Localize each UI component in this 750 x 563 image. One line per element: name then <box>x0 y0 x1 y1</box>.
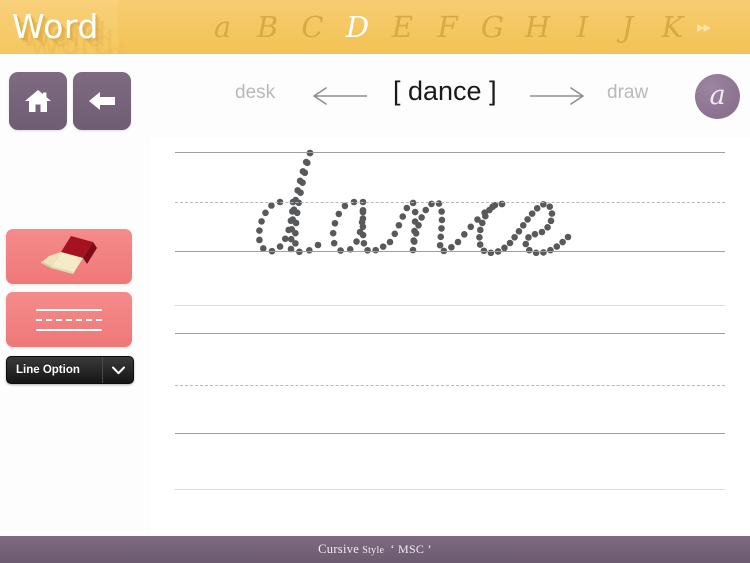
alphabet-letter-j[interactable]: J <box>605 12 650 42</box>
previous-word-link[interactable]: desk <box>235 82 275 104</box>
rule-line <box>175 433 725 434</box>
alphabet-letter-c[interactable]: C <box>290 12 335 42</box>
tool-sidebar: Line Option <box>0 54 150 536</box>
alphabet-letter-k[interactable]: K <box>650 12 695 42</box>
guide-lines-button[interactable] <box>6 292 132 347</box>
alphabet-letter-h[interactable]: H <box>515 12 560 42</box>
eraser-icon <box>27 232 111 281</box>
home-icon <box>24 88 52 114</box>
word-tracing-app: Word a B C D E F G H I J K ▸▸ Line Optio… <box>0 0 750 563</box>
rule-line <box>175 385 725 386</box>
footer-brand: Cursive Style ‘ MSC ’ <box>318 542 432 557</box>
letter-mode-glyph: a <box>709 80 726 111</box>
next-word-link[interactable]: draw <box>607 82 648 104</box>
app-header: Word a B C D E F G H I J K ▸▸ <box>0 0 750 54</box>
writing-sheet[interactable] <box>150 138 750 536</box>
current-word-display: [ dance ] <box>393 76 497 106</box>
letter-mode-button[interactable]: a <box>695 74 740 119</box>
arrow-left-icon <box>87 89 117 113</box>
eraser-button[interactable] <box>6 229 132 284</box>
home-button[interactable] <box>9 72 67 130</box>
alphabet-next-icon[interactable]: ▸▸ <box>697 18 711 36</box>
app-title: Word <box>12 7 99 46</box>
alphabet-letter-a[interactable]: a <box>200 12 245 42</box>
guide-lines-icon <box>36 302 102 338</box>
rule-line <box>175 251 725 252</box>
alphabet-selector[interactable]: a B C D E F G H I J K ▸▸ <box>200 0 750 54</box>
back-button[interactable] <box>73 72 131 130</box>
alphabet-letter-d[interactable]: D <box>335 12 380 42</box>
rule-line <box>175 202 725 203</box>
rule-line <box>175 489 725 490</box>
line-option-label: Line Option <box>16 364 80 376</box>
rule-line <box>175 333 725 334</box>
footer-brand-main: Cursive <box>318 542 360 556</box>
rule-line <box>175 305 725 306</box>
footer-brand-quoted: ‘ MSC ’ <box>390 542 432 556</box>
line-option-dropdown[interactable]: Line Option <box>6 356 134 384</box>
word-mode-tab[interactable]: Word <box>0 0 118 54</box>
footer-brand-sub: Style <box>362 545 385 556</box>
alphabet-letter-f[interactable]: F <box>425 12 470 42</box>
app-footer: Cursive Style ‘ MSC ’ <box>0 536 750 563</box>
chevron-down-icon[interactable] <box>103 366 133 375</box>
next-word-arrow[interactable] <box>529 86 585 111</box>
alphabet-letter-b[interactable]: B <box>245 12 290 42</box>
word-navigation-bar: desk [ dance ] draw a <box>150 54 750 138</box>
alphabet-letter-i[interactable]: I <box>560 12 605 42</box>
alphabet-letter-e[interactable]: E <box>380 12 425 42</box>
alphabet-letter-g[interactable]: G <box>470 12 515 42</box>
previous-word-arrow[interactable] <box>312 86 368 111</box>
rule-line <box>175 152 725 153</box>
